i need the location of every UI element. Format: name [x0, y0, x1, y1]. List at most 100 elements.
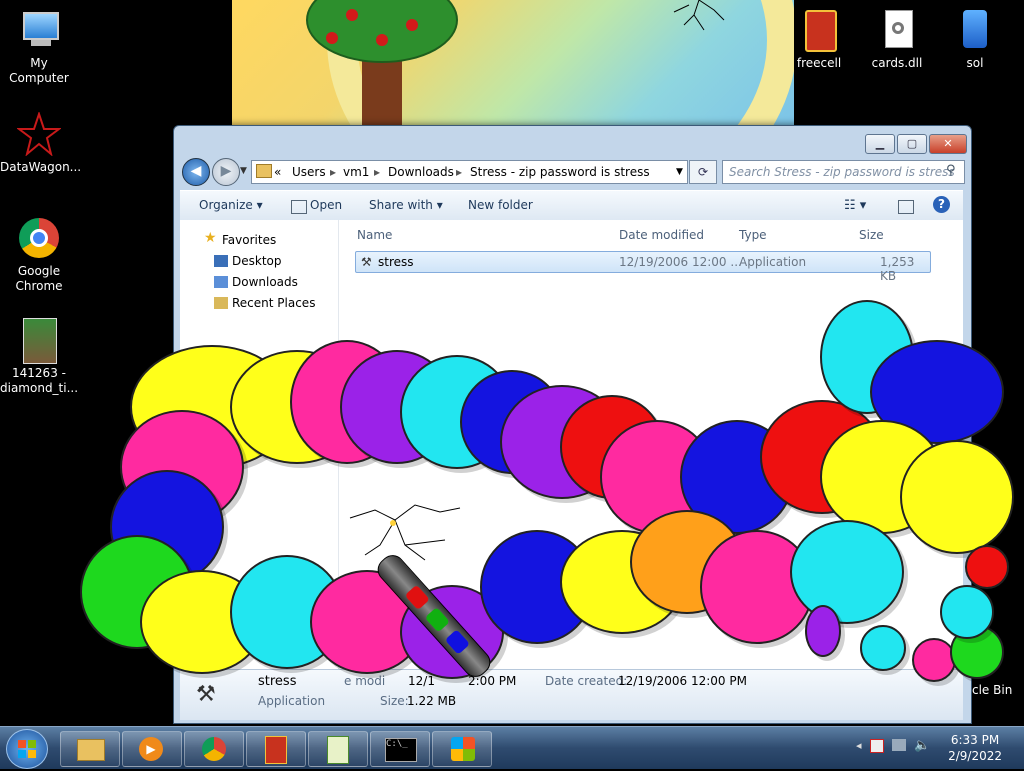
- taskbar-chrome-button[interactable]: [184, 731, 244, 767]
- desktop-wallpaper: [232, 0, 794, 128]
- action-center-flag-icon[interactable]: [870, 739, 884, 753]
- desktop-icon-sol[interactable]: sol: [936, 8, 1014, 71]
- clock-date: 2/9/2022: [948, 749, 1002, 763]
- preview-pane-icon[interactable]: [898, 200, 914, 214]
- desktop-icon-label: freecell: [796, 56, 842, 70]
- windows-update-icon: [451, 737, 475, 761]
- console-icon: C:\_: [385, 738, 417, 762]
- details-size-label: Size:: [380, 694, 409, 708]
- breadcrumb-prefix[interactable]: «: [274, 165, 281, 179]
- open-icon: [291, 200, 307, 214]
- nav-item-desktop[interactable]: Desktop: [214, 254, 282, 268]
- explorer-window[interactable]: ▁ ▢ ✕ ◀ ▶ ▼ « Users ▸ vm1 ▸ Downloads ▸ …: [173, 125, 972, 724]
- desktop-icon-freecell[interactable]: freecell: [780, 8, 858, 71]
- nav-favorites[interactable]: ★ Favorites: [204, 230, 276, 247]
- volume-icon[interactable]: 🔈: [914, 738, 930, 753]
- desktop-icon-cards-dll[interactable]: cards.dll: [858, 8, 936, 71]
- command-bar: Organize ▾ Open Share with ▾ New folder …: [180, 190, 963, 221]
- address-dropdown-icon[interactable]: ▼: [676, 167, 683, 177]
- file-name: stress: [378, 255, 414, 269]
- tray-show-hidden-icon[interactable]: ◂: [856, 739, 862, 752]
- network-icon[interactable]: [892, 739, 906, 751]
- desktop-icon-label: sol: [966, 56, 984, 70]
- nav-item-downloads[interactable]: Downloads: [214, 275, 298, 289]
- desktop-icon-label: 141263 - diamond_ti...: [0, 366, 79, 395]
- datawagon-icon: [16, 110, 62, 157]
- desktop-icon-label: My Computer: [9, 56, 69, 85]
- breadcrumb-users[interactable]: Users: [292, 165, 326, 179]
- details-file-type: Application: [258, 694, 326, 708]
- desktop-icon-label: DataWagon...: [0, 160, 82, 174]
- application-icon: ⚒: [361, 255, 372, 269]
- nav-item-recent-places[interactable]: Recent Places: [214, 296, 315, 310]
- solitaire-icon: [953, 8, 997, 52]
- recycle-bin-label[interactable]: cle Bin: [972, 683, 1012, 697]
- back-button[interactable]: ◀: [182, 158, 210, 186]
- folder-icon: [77, 739, 105, 761]
- column-header-type[interactable]: Type: [739, 228, 767, 242]
- desktop-icon-my-computer[interactable]: My Computer: [0, 8, 78, 86]
- details-created-label: Date created:: [545, 674, 628, 688]
- computer-icon: [17, 8, 61, 52]
- forward-button[interactable]: ▶: [212, 158, 240, 186]
- card-icon: [265, 736, 287, 764]
- recent-pages-chevron-icon[interactable]: ▼: [240, 166, 247, 176]
- column-header-date-modified[interactable]: Date modified: [619, 228, 704, 242]
- taskbar-editor-button[interactable]: [308, 731, 368, 767]
- open-button[interactable]: Open: [310, 198, 342, 212]
- search-input[interactable]: Search Stress - zip password is stress ⚲: [722, 160, 965, 184]
- close-button[interactable]: ✕: [929, 134, 967, 154]
- taskbar-freecell-button[interactable]: [246, 731, 306, 767]
- desktop-icon: [214, 255, 228, 267]
- freecell-icon: [797, 8, 841, 52]
- start-button[interactable]: [6, 729, 48, 769]
- share-with-button[interactable]: Share with ▾: [369, 198, 443, 212]
- desktop-icon-image-file[interactable]: 141263 - diamond_ti...: [0, 318, 78, 396]
- details-modified-value: 12/1: [408, 674, 435, 688]
- details-size-value: 1.22 MB: [407, 694, 457, 708]
- system-clock[interactable]: 6:33 PM 2/9/2022: [948, 732, 1002, 764]
- clock-time: 6:33 PM: [950, 733, 1000, 747]
- media-play-icon: ▶: [139, 737, 163, 761]
- details-pane: ⚒ stress Application e modi 12/1 2:00 PM…: [180, 669, 963, 720]
- maximize-button[interactable]: ▢: [897, 134, 927, 154]
- desktop-icon-google-chrome[interactable]: Google Chrome: [0, 216, 78, 294]
- file-size: 1,253 KB: [880, 255, 915, 283]
- details-file-name: stress: [258, 674, 297, 689]
- breadcrumb-vm1[interactable]: vm1: [343, 165, 369, 179]
- navigation-pane: ★ Favorites Desktop Downloads Recent Pla…: [180, 220, 339, 669]
- star-icon: ★: [204, 230, 217, 246]
- view-options-icon[interactable]: ☷ ▾: [844, 198, 866, 213]
- column-header-name[interactable]: Name: [357, 228, 392, 242]
- notepad-plus-icon: [327, 736, 349, 764]
- taskbar-cmd-button[interactable]: C:\_: [370, 731, 430, 767]
- details-created-value: 12/19/2006 12:00 PM: [618, 674, 747, 688]
- crack-mark-icon: [673, 0, 725, 31]
- chrome-icon: [202, 737, 226, 761]
- image-thumbnail-icon: [17, 318, 61, 364]
- application-large-icon: ⚒: [196, 682, 216, 707]
- taskbar-windows-update-button[interactable]: [432, 731, 492, 767]
- new-folder-button[interactable]: New folder: [468, 198, 533, 212]
- file-row[interactable]: ⚒ stress 12/19/2006 12:00 ... Applicatio…: [355, 251, 931, 283]
- breadcrumb-downloads[interactable]: Downloads: [388, 165, 454, 179]
- minimize-button[interactable]: ▁: [865, 134, 895, 154]
- organize-button[interactable]: Organize ▾: [199, 198, 263, 212]
- address-bar[interactable]: « Users ▸ vm1 ▸ Downloads ▸ Stress - zip…: [251, 160, 688, 184]
- refresh-icon[interactable]: ⟳: [689, 160, 717, 184]
- details-modified-time: 2:00 PM: [468, 674, 517, 688]
- desktop-icon-label: Google Chrome: [15, 264, 63, 293]
- taskbar-explorer-button[interactable]: [60, 731, 120, 767]
- breadcrumb-current-folder[interactable]: Stress - zip password is stress: [470, 165, 650, 179]
- file-type: Application: [739, 255, 807, 269]
- desktop-icon-datawagon[interactable]: DataWagon...: [0, 110, 82, 175]
- desktop-icon-label: cards.dll: [871, 56, 923, 70]
- details-modified-label: e modi: [344, 674, 386, 688]
- search-icon[interactable]: ⚲: [946, 163, 956, 178]
- taskbar-media-player-button[interactable]: ▶: [122, 731, 182, 767]
- search-placeholder: Search Stress - zip password is stress: [729, 165, 955, 179]
- file-date-modified: 12/19/2006 12:00 ...: [619, 255, 742, 269]
- help-icon[interactable]: ?: [933, 196, 950, 213]
- windows-logo-icon: [18, 740, 36, 758]
- column-header-size[interactable]: Size: [859, 228, 884, 242]
